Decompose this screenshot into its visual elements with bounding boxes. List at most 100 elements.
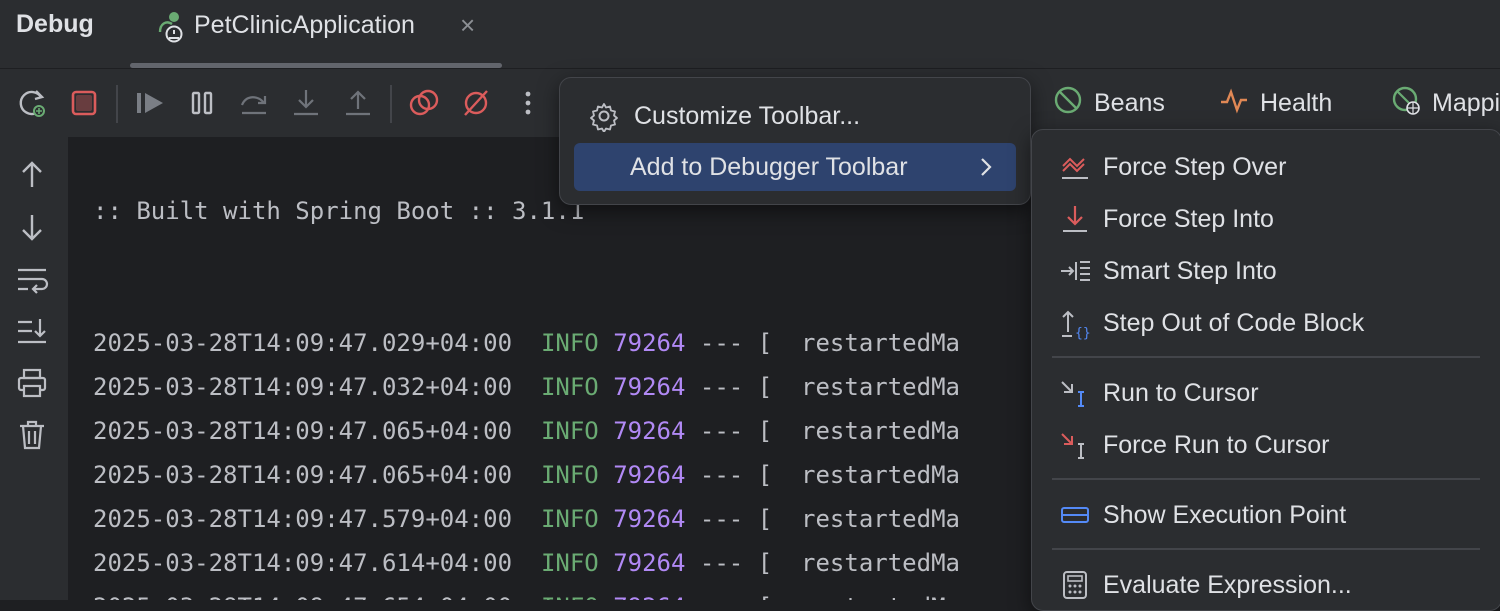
resume-icon[interactable] xyxy=(132,85,168,121)
evaluate-expression-label: Evaluate Expression... xyxy=(1103,570,1352,599)
chevron-right-icon xyxy=(972,153,1000,181)
force-run-to-cursor-item[interactable]: Force Run to Cursor xyxy=(1058,423,1329,467)
log-line: 2025-03-28T14:09:47.654+04:00 INFO 79264… xyxy=(93,593,960,600)
step-out-code-block-icon: {} xyxy=(1058,306,1092,341)
force-step-over-item[interactable]: Force Step Over xyxy=(1058,145,1286,189)
log-thread: --- [ restartedMa xyxy=(699,329,960,357)
force-step-into-item[interactable]: Force Step Into xyxy=(1058,197,1274,241)
log-thread: --- [ restartedMa xyxy=(700,593,960,600)
log-thread: --- [ restartedMa xyxy=(699,549,960,577)
toolbar-separator xyxy=(390,85,392,123)
mappings-label: Mappings xyxy=(1432,88,1500,117)
force-step-over-icon xyxy=(1058,150,1092,184)
add-to-debugger-toolbar-item[interactable]: Add to Debugger Toolbar xyxy=(574,143,1016,191)
rerun-debug-icon[interactable] xyxy=(14,85,50,121)
down-arrow-icon[interactable] xyxy=(14,209,50,245)
log-thread: --- [ restartedMa xyxy=(699,417,960,445)
health-icon xyxy=(1218,84,1250,123)
stop-icon[interactable] xyxy=(66,85,102,121)
debug-tab-bar: Debug PetClinicApplication × xyxy=(0,0,1500,68)
log-level: INFO xyxy=(540,373,599,401)
mappings-icon xyxy=(1390,84,1422,123)
log-pid: 79264 xyxy=(613,417,686,445)
clear-all-icon[interactable] xyxy=(14,417,50,453)
mappings-tool-button[interactable]: Mappings xyxy=(1390,85,1500,121)
log-level: INFO xyxy=(540,329,599,357)
up-arrow-icon[interactable] xyxy=(14,157,50,193)
close-icon[interactable]: × xyxy=(460,10,475,41)
customize-toolbar-item[interactable]: Customize Toolbar... xyxy=(588,92,1008,140)
smart-step-into-label: Smart Step Into xyxy=(1103,256,1277,285)
tab-petclinic-application[interactable]: PetClinicApplication × xyxy=(130,0,502,68)
log-pid: 79264 xyxy=(613,461,686,489)
gear-icon xyxy=(588,100,620,133)
menu-separator xyxy=(1052,356,1480,358)
log-pid: 79264 xyxy=(613,593,685,600)
log-timestamp: 2025-03-28T14:09:47.029+04:00 xyxy=(93,329,513,357)
view-breakpoints-icon[interactable] xyxy=(406,85,442,121)
log-line: 2025-03-28T14:09:47.579+04:00 INFO 79264… xyxy=(93,505,960,533)
menu-separator xyxy=(1052,548,1480,550)
svg-text:{}: {} xyxy=(1075,326,1091,340)
log-level: INFO xyxy=(540,461,599,489)
log-thread: --- [ restartedMa xyxy=(699,373,960,401)
evaluate-expression-item[interactable]: Evaluate Expression... xyxy=(1058,563,1352,607)
spring-boot-banner: :: Built with Spring Boot :: 3.1.1 xyxy=(93,197,585,225)
log-line: 2025-03-28T14:09:47.029+04:00 INFO 79264… xyxy=(93,329,960,357)
log-pid: 79264 xyxy=(613,329,686,357)
scroll-to-end-icon[interactable] xyxy=(14,313,50,349)
calculator-icon xyxy=(1058,568,1092,602)
log-pid: 79264 xyxy=(613,549,686,577)
customize-toolbar-label: Customize Toolbar... xyxy=(634,101,861,130)
log-line: 2025-03-28T14:09:47.065+04:00 INFO 79264… xyxy=(93,417,960,445)
force-step-over-label: Force Step Over xyxy=(1103,152,1287,181)
step-out-icon[interactable] xyxy=(340,85,376,121)
menu-separator xyxy=(1052,478,1480,480)
pause-icon[interactable] xyxy=(184,85,220,121)
log-timestamp: 2025-03-28T14:09:47.614+04:00 xyxy=(93,549,513,577)
more-icon[interactable] xyxy=(510,85,546,121)
tab-label: PetClinicApplication xyxy=(194,11,415,39)
soft-wrap-icon[interactable] xyxy=(14,261,50,297)
beans-label: Beans xyxy=(1094,88,1165,117)
log-timestamp: 2025-03-28T14:09:47.654+04:00 xyxy=(93,593,512,600)
log-pid: 79264 xyxy=(613,505,686,533)
log-line: 2025-03-28T14:09:47.065+04:00 INFO 79264… xyxy=(93,461,960,489)
log-level: INFO xyxy=(540,505,599,533)
beans-tool-button[interactable]: Beans xyxy=(1052,85,1165,121)
step-over-icon[interactable] xyxy=(236,85,272,121)
log-pid: 79264 xyxy=(613,373,686,401)
log-thread: --- [ restartedMa xyxy=(699,505,960,533)
force-run-to-cursor-icon xyxy=(1058,428,1092,462)
debugger-toolbar-submenu: Force Step Over Force Step Into Smart St… xyxy=(1031,129,1500,611)
show-execution-point-item[interactable]: Show Execution Point xyxy=(1058,493,1346,537)
tool-window-title: Debug xyxy=(16,10,94,38)
log-level: INFO xyxy=(540,417,599,445)
health-tool-button[interactable]: Health xyxy=(1218,85,1332,121)
log-thread: --- [ restartedMa xyxy=(699,461,960,489)
smart-step-into-icon xyxy=(1058,254,1092,288)
log-line: 2025-03-28T14:09:47.032+04:00 INFO 79264… xyxy=(93,373,960,401)
toolbar-separator xyxy=(116,85,118,123)
smart-step-into-item[interactable]: Smart Step Into xyxy=(1058,249,1277,293)
step-into-icon[interactable] xyxy=(288,85,324,121)
add-to-debugger-toolbar-label: Add to Debugger Toolbar xyxy=(630,152,908,181)
toolbar-context-menu: Customize Toolbar... Add to Debugger Too… xyxy=(559,77,1031,205)
show-execution-point-label: Show Execution Point xyxy=(1103,500,1347,529)
beans-icon xyxy=(1052,84,1084,123)
step-out-code-block-label: Step Out of Code Block xyxy=(1103,308,1365,337)
force-step-into-label: Force Step Into xyxy=(1103,204,1274,233)
run-to-cursor-label: Run to Cursor xyxy=(1103,378,1259,407)
log-level: INFO xyxy=(540,549,599,577)
mute-breakpoints-icon[interactable] xyxy=(458,85,494,121)
show-execution-point-icon xyxy=(1058,498,1092,532)
force-step-into-icon xyxy=(1058,202,1092,236)
step-out-code-block-item[interactable]: {} Step Out of Code Block xyxy=(1058,301,1364,345)
run-to-cursor-item[interactable]: Run to Cursor xyxy=(1058,371,1259,415)
log-line: 2025-03-28T14:09:47.614+04:00 INFO 79264… xyxy=(93,549,960,577)
print-icon[interactable] xyxy=(14,365,50,401)
log-level: INFO xyxy=(541,593,599,600)
health-label: Health xyxy=(1260,88,1333,117)
run-to-cursor-icon xyxy=(1058,376,1092,410)
console-side-toolbar xyxy=(0,137,68,600)
